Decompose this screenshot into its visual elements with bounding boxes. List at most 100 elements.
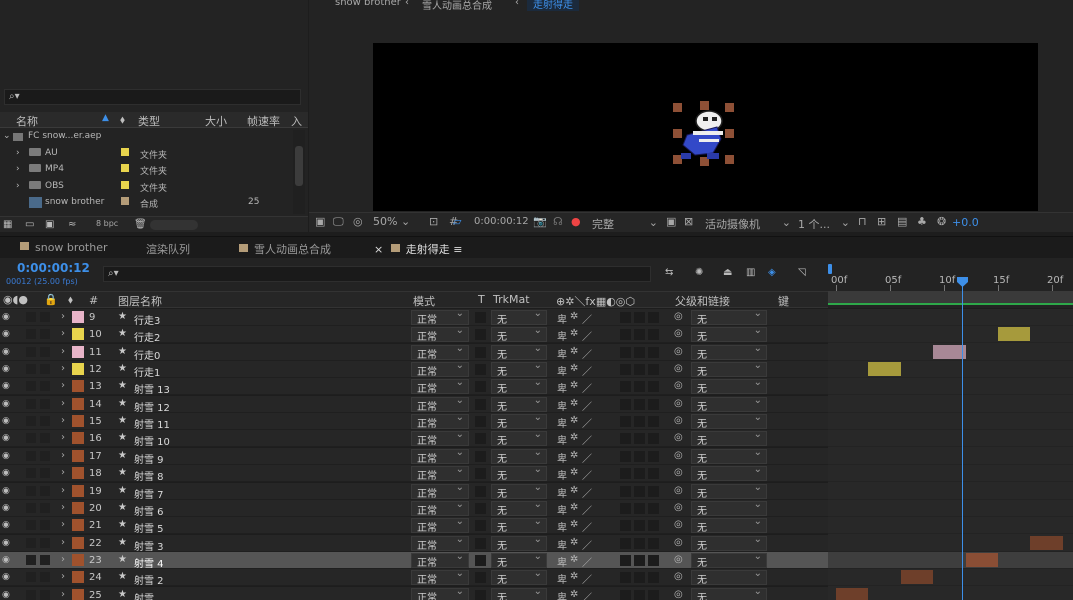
switch-box[interactable] [648, 572, 659, 584]
label-column-icon[interactable]: ⬧ [120, 113, 125, 127]
project-item[interactable]: › OBS 文件夹 [0, 179, 292, 195]
label-color-swatch[interactable] [72, 571, 84, 584]
switch-box[interactable] [620, 450, 631, 462]
switch-box[interactable] [26, 329, 36, 340]
trkmat-dropdown[interactable]: 无 [491, 429, 547, 447]
collapse-icon[interactable]: ✲ [570, 502, 578, 513]
layer-track[interactable] [828, 309, 1073, 326]
parent-dropdown[interactable]: 无 [691, 499, 767, 517]
new-comp-icon[interactable]: ▣ [45, 219, 54, 230]
label-color-swatch[interactable] [72, 380, 84, 393]
blend-mode-dropdown[interactable]: 正常 [411, 429, 469, 447]
trkmat-dropdown[interactable]: 无 [491, 482, 547, 500]
column-size[interactable]: 大小 [205, 113, 227, 129]
collapse-icon[interactable]: ✲ [570, 363, 578, 374]
blend-mode-dropdown[interactable]: 正常 [411, 568, 469, 586]
preserve-transparency-box[interactable] [475, 433, 486, 445]
blend-mode-dropdown[interactable]: 正常 [411, 534, 469, 552]
comp-canvas[interactable] [373, 43, 1038, 211]
layer-track[interactable] [828, 361, 1073, 379]
switch-box[interactable] [40, 329, 50, 340]
blend-mode-dropdown[interactable]: 正常 [411, 586, 469, 600]
switch-box[interactable] [26, 520, 36, 531]
shy-icon[interactable]: 卑 [557, 485, 567, 500]
layer-name[interactable]: 行走1 [134, 364, 160, 379]
label-color-swatch[interactable] [72, 345, 84, 358]
shy-icon[interactable]: 卑 [557, 589, 567, 600]
layer-track[interactable] [828, 413, 1073, 431]
switch-box[interactable] [634, 572, 645, 584]
quality-icon[interactable]: ／ [582, 589, 592, 600]
layer-track[interactable] [828, 448, 1073, 465]
layer-name[interactable]: 射雪 9 [134, 451, 164, 466]
switch-box[interactable] [40, 554, 50, 565]
layer-duration-bar[interactable] [868, 362, 901, 377]
blend-mode-dropdown[interactable]: 正常 [411, 377, 469, 395]
collapse-icon[interactable]: ✲ [570, 380, 578, 391]
quality-icon[interactable]: ／ [582, 363, 592, 378]
layer-row[interactable]: ◉›19★射雪 7正常无卑✲／◎无 [0, 482, 828, 501]
switch-box[interactable] [620, 329, 631, 341]
chevron-right-icon[interactable]: › [61, 311, 65, 322]
parent-dropdown[interactable]: 无 [691, 534, 767, 552]
draft-3d-icon[interactable]: ✺ [695, 267, 703, 278]
shy-icon[interactable]: 卑 [557, 519, 567, 534]
pick-whip-icon[interactable]: ◎ [674, 519, 683, 530]
switch-box[interactable] [620, 416, 631, 428]
switch-box[interactable] [634, 398, 645, 410]
exposure-value[interactable]: +0.0 [952, 216, 979, 229]
blend-mode-dropdown[interactable]: 正常 [411, 395, 469, 413]
chevron-right-icon[interactable]: › [61, 450, 65, 461]
parent-dropdown[interactable]: 无 [691, 447, 767, 465]
layer-track[interactable] [828, 535, 1073, 552]
zoom-dropdown[interactable]: 50% ⌄ [373, 215, 423, 228]
switch-box[interactable] [648, 468, 659, 480]
switch-box[interactable] [634, 416, 645, 428]
switch-box[interactable] [620, 520, 631, 532]
chevron-right-icon[interactable]: › [61, 502, 65, 513]
switch-box[interactable] [620, 398, 631, 410]
av-features-icon[interactable]: ◉◖● [3, 293, 28, 306]
layer-duration-bar[interactable] [1030, 535, 1063, 550]
switch-box[interactable] [648, 312, 659, 323]
pick-whip-icon[interactable]: ◎ [674, 311, 683, 322]
crumb-3-active[interactable]: 走射得走 [527, 0, 579, 11]
camera-dropdown[interactable]: 活动摄像机 ⌄ [705, 216, 791, 232]
eye-icon[interactable]: ◉ [2, 572, 12, 582]
pick-whip-icon[interactable]: ◎ [674, 450, 683, 461]
switch-box[interactable] [648, 554, 659, 566]
pick-whip-icon[interactable]: ◎ [674, 485, 683, 496]
label-color-swatch[interactable] [72, 449, 84, 462]
quality-icon[interactable]: ／ [582, 554, 592, 569]
preserve-transparency-box[interactable] [475, 502, 486, 514]
reset-exposure-icon[interactable]: ⊞ [877, 215, 886, 228]
label-color-swatch[interactable] [72, 501, 84, 514]
eye-icon[interactable]: ◉ [2, 329, 12, 339]
switch-box[interactable] [40, 450, 50, 461]
preserve-transparency-box[interactable] [475, 572, 486, 584]
switch-box[interactable] [648, 381, 659, 393]
blend-mode-dropdown[interactable]: 正常 [411, 516, 469, 534]
layer-duration-bar[interactable] [933, 344, 966, 359]
chevron-right-icon[interactable]: › [16, 181, 20, 191]
switch-box[interactable] [634, 520, 645, 532]
parent-dropdown[interactable]: 无 [691, 395, 767, 413]
trkmat-dropdown[interactable]: 无 [491, 534, 547, 552]
quality-icon[interactable]: ／ [582, 311, 592, 326]
eye-icon[interactable]: ◉ [2, 312, 12, 322]
layer-duration-bar[interactable] [998, 327, 1031, 342]
parent-dropdown[interactable]: 无 [691, 516, 767, 534]
pick-whip-icon[interactable]: ◎ [674, 363, 683, 374]
crumb-1[interactable]: snow brother [335, 0, 401, 8]
label-color-swatch[interactable] [72, 519, 84, 532]
column-mode[interactable]: 模式 [413, 293, 435, 309]
current-time[interactable]: 0:00:00:12 [17, 261, 90, 275]
trkmat-dropdown[interactable]: 无 [491, 360, 547, 378]
layer-name[interactable]: 射雪 6 [134, 503, 164, 518]
switch-box[interactable] [648, 416, 659, 428]
label-color-swatch[interactable] [72, 553, 84, 566]
roi-icon[interactable]: ▣ [666, 215, 676, 228]
layer-track[interactable] [828, 396, 1073, 413]
chevron-right-icon[interactable]: › [61, 398, 65, 409]
switch-box[interactable] [40, 520, 50, 531]
